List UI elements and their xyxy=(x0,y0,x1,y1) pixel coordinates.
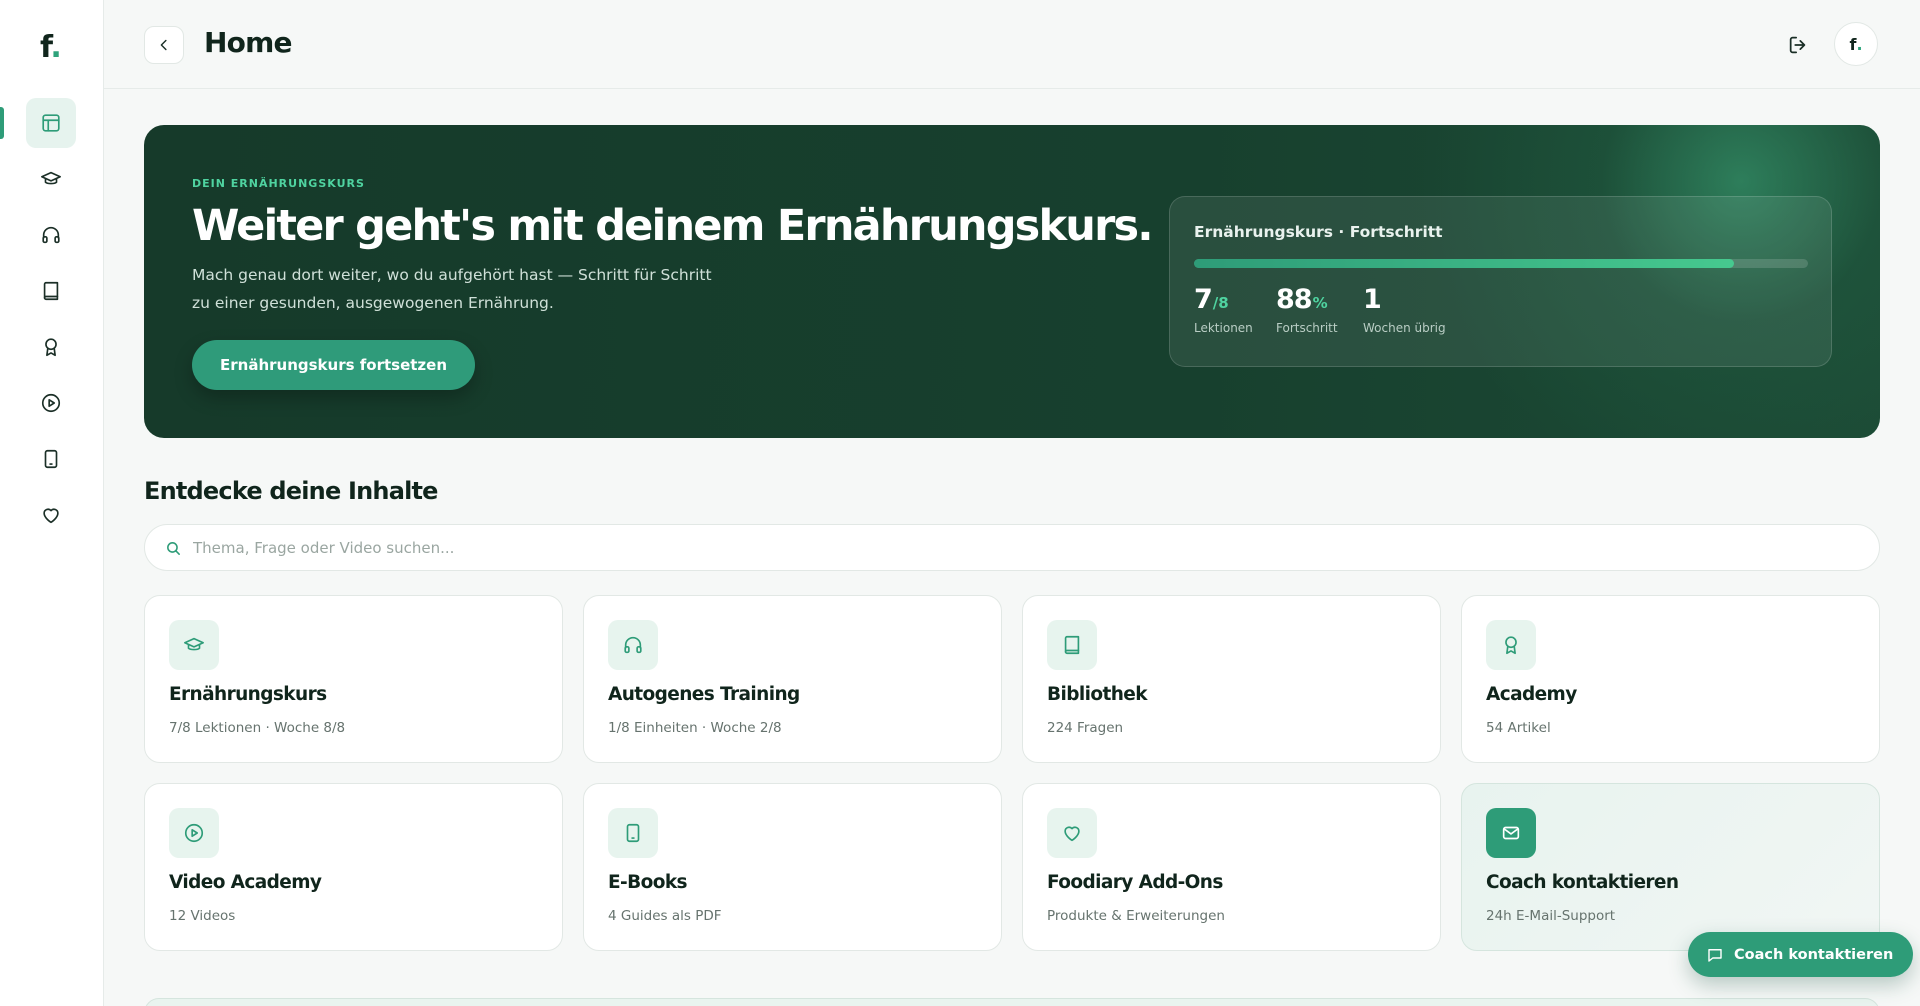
logout-icon xyxy=(1789,36,1806,54)
card-academy[interactable]: Academy 54 Artikel xyxy=(1461,595,1880,763)
card-video-academy[interactable]: Video Academy 12 Videos xyxy=(144,783,563,951)
book-icon xyxy=(1064,635,1080,655)
graduation-cap-icon xyxy=(184,637,204,651)
card-title: Autogenes Training xyxy=(608,684,800,705)
headphones-icon xyxy=(624,636,642,654)
play-circle-icon xyxy=(184,823,204,843)
sidebar-item-ebooks[interactable] xyxy=(26,434,76,484)
award-icon xyxy=(1505,636,1517,655)
tablet-icon xyxy=(44,449,58,469)
layout-icon xyxy=(42,114,60,132)
fab-label: Coach kontaktieren xyxy=(1734,946,1894,963)
card-title: Coach kontaktieren xyxy=(1486,872,1679,893)
sidebar-item-library[interactable] xyxy=(26,266,76,316)
card-autogenes-training[interactable]: Autogenes Training 1/8 Einheiten · Woche… xyxy=(583,595,1002,763)
sidebar-item-academy[interactable] xyxy=(26,322,76,372)
card-title: Ernährungskurs xyxy=(169,684,327,705)
card-subtitle: 24h E-Mail-Support xyxy=(1486,908,1616,924)
card-icon xyxy=(1047,808,1097,858)
card-foodiary-add-ons[interactable]: Foodiary Add-Ons Produkte & Erweiterunge… xyxy=(1022,783,1441,951)
search-icon xyxy=(167,542,180,555)
progress-bar xyxy=(1194,259,1808,268)
card-subtitle: 54 Artikel xyxy=(1486,720,1551,736)
card-bibliothek[interactable]: Bibliothek 224 Fragen xyxy=(1022,595,1441,763)
graduation-cap-icon xyxy=(41,171,61,185)
sidebar-nav xyxy=(0,98,104,546)
card-subtitle: 4 Guides als PDF xyxy=(608,908,722,924)
card-icon xyxy=(608,808,658,858)
progress-card: Ernährungskurs · Fortschritt 7/8 Lektion… xyxy=(1169,196,1832,367)
card-title: E-Books xyxy=(608,872,688,893)
card-coach-kontaktieren[interactable]: Coach kontaktieren 24h E-Mail-Support xyxy=(1461,783,1880,951)
mail-icon xyxy=(1502,826,1520,840)
back-button[interactable] xyxy=(144,26,184,64)
stat-weeks-left: 1 Wochen übrig xyxy=(1363,284,1446,335)
card-subtitle: Produkte & Erweiterungen xyxy=(1047,908,1225,924)
sidebar-item-audio[interactable] xyxy=(26,210,76,260)
section-title: Entdecke deine Inhalte xyxy=(144,477,438,505)
heart-icon xyxy=(1064,826,1080,842)
progress-title: Ernährungskurs · Fortschritt xyxy=(1194,223,1443,241)
progress-bar-fill xyxy=(1194,259,1735,268)
play-circle-icon xyxy=(41,393,61,413)
search-bar xyxy=(144,524,1880,571)
search-input[interactable] xyxy=(193,525,1863,570)
stat-lessons: 7/8 Lektionen xyxy=(1194,284,1253,335)
card-subtitle: 1/8 Einheiten · Woche 2/8 xyxy=(608,720,782,736)
card-subtitle: 12 Videos xyxy=(169,908,236,924)
hero-eyebrow: DEIN ERNÄHRUNGSKURS xyxy=(192,177,365,190)
card-icon xyxy=(608,620,658,670)
card-subtitle: 224 Fragen xyxy=(1047,720,1124,736)
book-icon xyxy=(43,281,59,301)
heart-icon xyxy=(43,508,59,524)
sidebar: f. xyxy=(0,0,104,1006)
hero-title: Weiter geht's mit deinem Ernährungskurs. xyxy=(192,201,1154,251)
logout-button[interactable] xyxy=(1780,27,1816,63)
hero-banner: DEIN ERNÄHRUNGSKURS Weiter geht's mit de… xyxy=(144,125,1880,438)
page-title: Home xyxy=(204,26,292,59)
continue-course-button[interactable]: Ernährungskurs fortsetzen xyxy=(192,340,475,390)
sidebar-item-addons[interactable] xyxy=(26,490,76,540)
hero-subtitle: Mach genau dort weiter, wo du aufgehört … xyxy=(192,266,712,312)
top-header: Home f. xyxy=(104,0,1920,89)
card-icon xyxy=(169,620,219,670)
card-subtitle: 7/8 Lektionen · Woche 8/8 xyxy=(169,720,346,736)
card-e-books[interactable]: E-Books 4 Guides als PDF xyxy=(583,783,1002,951)
card-title: Bibliothek xyxy=(1047,684,1148,705)
award-icon xyxy=(45,338,57,357)
active-indicator xyxy=(0,107,4,139)
tablet-icon xyxy=(626,823,640,843)
message-icon xyxy=(1708,948,1722,962)
chevron-left-icon xyxy=(160,39,167,51)
headphones-icon xyxy=(42,226,60,244)
coach-contact-fab[interactable]: Coach kontaktieren xyxy=(1688,932,1914,977)
card-icon xyxy=(1047,620,1097,670)
card-title: Academy xyxy=(1486,684,1577,705)
sidebar-item-dashboard[interactable] xyxy=(0,98,76,148)
stat-progress: 88% Fortschritt xyxy=(1276,284,1338,335)
card-icon xyxy=(169,808,219,858)
card-icon xyxy=(1486,808,1536,858)
card-ernaehrungskurs[interactable]: Ernährungskurs 7/8 Lektionen · Woche 8/8 xyxy=(144,595,563,763)
next-section-card xyxy=(144,998,1880,1006)
card-icon xyxy=(1486,620,1536,670)
avatar[interactable]: f. xyxy=(1834,22,1878,66)
card-title: Foodiary Add-Ons xyxy=(1047,872,1223,893)
sidebar-item-video[interactable] xyxy=(26,378,76,428)
sidebar-item-course[interactable] xyxy=(26,154,76,204)
logo[interactable]: f. xyxy=(40,30,62,65)
card-title: Video Academy xyxy=(169,872,322,893)
